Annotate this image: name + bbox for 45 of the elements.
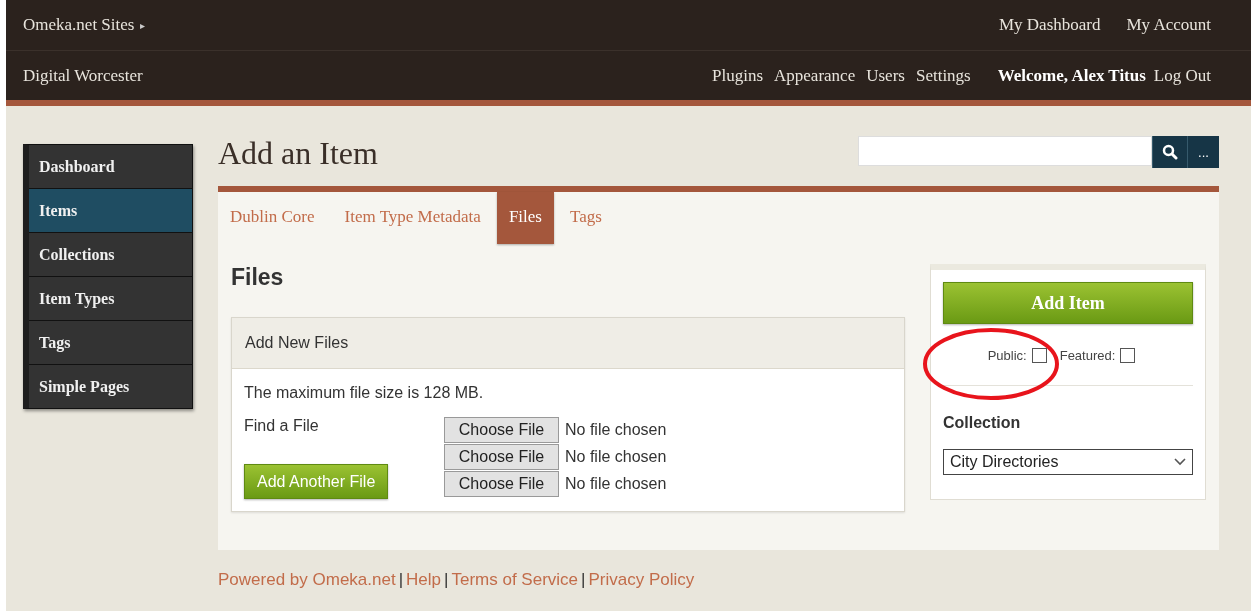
- field-label: Find a File: [244, 417, 319, 435]
- file-status: No file chosen: [565, 475, 667, 493]
- caret-icon: ▸: [140, 19, 146, 31]
- site-switcher-link[interactable]: Omeka.net Sites: [23, 15, 135, 35]
- nav-link[interactable]: Appearance: [774, 65, 856, 86]
- tab[interactable]: Files: [496, 192, 554, 244]
- sidebar-item[interactable]: Collections: [29, 233, 192, 277]
- collection-dropdown[interactable]: City Directories: [943, 449, 1193, 475]
- advanced-search-button[interactable]: ...: [1187, 136, 1219, 168]
- tab[interactable]: Tags: [569, 192, 616, 244]
- card-header: Add New Files: [232, 318, 904, 369]
- file-status: No file chosen: [565, 448, 667, 466]
- choose-file-button[interactable]: Choose File: [444, 417, 559, 443]
- separator: |: [581, 570, 586, 590]
- chevron-down-icon: [1174, 458, 1186, 466]
- logout-link[interactable]: Log Out: [1153, 65, 1211, 86]
- file-size-note: The maximum file size is 128 MB.: [244, 384, 485, 402]
- page-title: Add an Item: [218, 135, 378, 172]
- nav-link[interactable]: Users: [866, 65, 905, 86]
- top-link[interactable]: My Account: [1126, 15, 1211, 35]
- search-button[interactable]: [1152, 136, 1187, 168]
- checkbox[interactable]: [1120, 348, 1136, 363]
- checkbox[interactable]: [1031, 348, 1047, 363]
- checkbox-label: Featured:: [1059, 348, 1116, 363]
- nav-link[interactable]: Plugins: [712, 65, 764, 86]
- checkbox-label: Public:: [987, 348, 1027, 363]
- sidebar-item[interactable]: Simple Pages: [29, 365, 192, 408]
- file-status: No file chosen: [565, 421, 667, 439]
- separator: |: [444, 570, 449, 590]
- top-link[interactable]: My Dashboard: [998, 15, 1101, 35]
- field-label: Collection: [943, 414, 1022, 432]
- sidebar-item[interactable]: Tags: [29, 321, 192, 365]
- tab[interactable]: Item Type Metadata: [344, 192, 495, 244]
- choose-file-button[interactable]: Choose File: [444, 471, 559, 497]
- sidebar-item[interactable]: Items: [29, 189, 192, 233]
- search-icon: [1162, 144, 1178, 160]
- welcome-text: Welcome, Alex Titus: [997, 65, 1146, 86]
- separator: |: [398, 570, 404, 590]
- site-title: Digital Worcester: [23, 65, 143, 86]
- search-field[interactable]: [858, 136, 1152, 166]
- choose-file-button[interactable]: Choose File: [444, 444, 559, 470]
- nav-link[interactable]: Settings: [915, 65, 971, 86]
- sidebar-item[interactable]: Item Types: [29, 277, 192, 321]
- section-title: Files: [231, 264, 285, 291]
- tab[interactable]: Dublin Core: [230, 192, 329, 244]
